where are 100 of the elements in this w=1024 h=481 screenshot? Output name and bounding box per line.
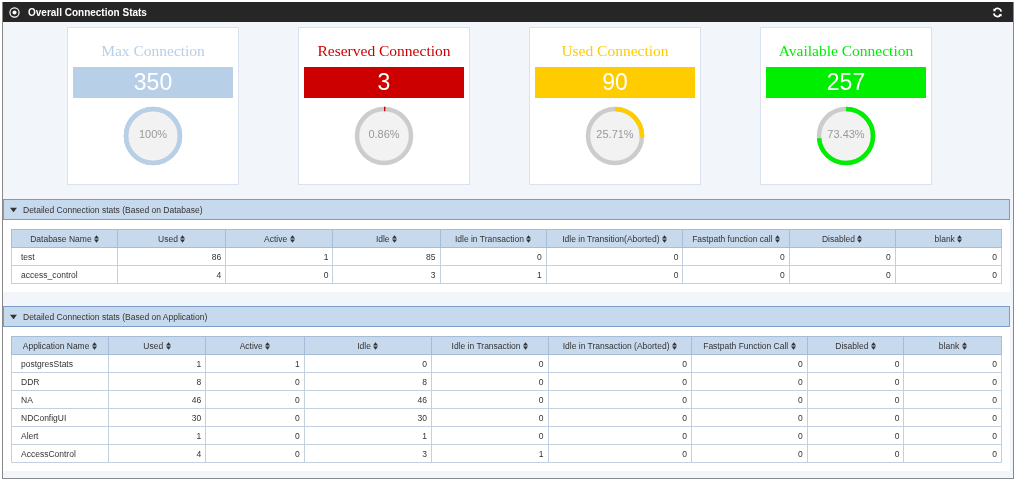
sort-icon[interactable] xyxy=(774,235,780,244)
column-header[interactable]: blank xyxy=(903,336,1002,355)
sort-icon[interactable] xyxy=(957,235,963,244)
sort-icon[interactable] xyxy=(790,342,796,351)
column-header[interactable]: Application Name xyxy=(11,336,109,355)
sort-icon[interactable] xyxy=(391,235,397,244)
table-cell: 0 xyxy=(903,444,1002,463)
table-cell: 0 xyxy=(431,354,549,373)
table-cell: postgresStats xyxy=(11,354,109,373)
table-cell: 0 xyxy=(548,426,692,445)
table-cell: 0 xyxy=(903,408,1002,427)
table-cell: 30 xyxy=(108,408,206,427)
section-header[interactable]: Detailed Connection stats (Based on Application) xyxy=(3,306,1010,327)
caret-icon xyxy=(10,206,17,213)
table-cell: access_control xyxy=(11,265,118,284)
table-cell: 4 xyxy=(108,444,206,463)
sort-icon[interactable] xyxy=(671,342,677,351)
column-header[interactable]: Disabled xyxy=(789,229,896,248)
column-header[interactable]: Idle in Transaction (Aborted) xyxy=(548,336,692,355)
table-cell: 0 xyxy=(691,372,808,391)
table-cell: 0 xyxy=(903,372,1002,391)
column-header[interactable]: Used xyxy=(117,229,226,248)
sort-icon[interactable] xyxy=(526,235,532,244)
table-cell: 0 xyxy=(903,390,1002,409)
table-cell: 1 xyxy=(205,354,305,373)
table-cell: 0 xyxy=(431,390,549,409)
table-cell: 8 xyxy=(108,372,206,391)
table-cell: 1 xyxy=(440,265,547,284)
section-header[interactable]: Detailed Connection stats (Based on Database) xyxy=(3,199,1010,220)
ring-gauge xyxy=(583,104,647,168)
sort-icon[interactable] xyxy=(180,235,186,244)
sort-icon[interactable] xyxy=(91,342,97,351)
column-header[interactable]: Disabled xyxy=(807,336,904,355)
card-title: Available Connection xyxy=(778,42,914,60)
table-cell: Alert xyxy=(11,426,109,445)
column-header[interactable]: Database Name xyxy=(11,229,118,248)
refresh-icon[interactable] xyxy=(992,6,1003,18)
caret-icon xyxy=(10,313,17,320)
table-cell: 0 xyxy=(548,444,692,463)
table-cell: 0 xyxy=(546,247,683,266)
table-cell: 1 xyxy=(108,354,206,373)
table-cell: 0 xyxy=(895,265,1002,284)
column-header[interactable]: Active xyxy=(205,336,305,355)
column-header[interactable]: Idle in Transaction xyxy=(440,229,547,248)
table-cell: 0 xyxy=(691,444,808,463)
card-title: Max Connection xyxy=(101,42,205,60)
table-cell: 85 xyxy=(332,247,440,266)
card-title: Used Connection xyxy=(561,42,669,60)
table-cell: 0 xyxy=(807,372,904,391)
table-cell: 0 xyxy=(304,354,432,373)
card-value: 3 xyxy=(304,67,464,98)
percent-label: 25.71% xyxy=(595,128,635,140)
column-header[interactable]: blank xyxy=(895,229,1002,248)
table-cell: 1 xyxy=(225,247,333,266)
table-cell: 0 xyxy=(789,247,896,266)
column-header[interactable]: Used xyxy=(108,336,206,355)
table-cell: 1 xyxy=(431,444,549,463)
table-cell: 86 xyxy=(117,247,226,266)
sort-icon[interactable] xyxy=(661,235,667,244)
sort-icon[interactable] xyxy=(857,235,863,244)
table-cell: 0 xyxy=(548,408,692,427)
table-cell: test xyxy=(11,247,118,266)
sort-icon[interactable] xyxy=(870,342,876,351)
table-cell: 0 xyxy=(431,372,549,391)
table-cell: 0 xyxy=(895,247,1002,266)
sort-icon[interactable] xyxy=(289,235,295,244)
table-cell: 0 xyxy=(807,408,904,427)
sort-icon[interactable] xyxy=(265,342,271,351)
table-cell: 0 xyxy=(548,354,692,373)
table-cell: 46 xyxy=(108,390,206,409)
column-header[interactable]: Idle xyxy=(332,229,440,248)
table-cell: 0 xyxy=(682,265,790,284)
card-value: 350 xyxy=(73,67,233,98)
table-cell: 30 xyxy=(304,408,432,427)
column-header[interactable]: Idle in Transition(Aborted) xyxy=(546,229,683,248)
column-header[interactable]: Fastpath Function Call xyxy=(691,336,808,355)
column-header[interactable]: Idle in Transaction xyxy=(431,336,549,355)
table-cell: 1 xyxy=(108,426,206,445)
table-cell: 0 xyxy=(205,390,305,409)
table-cell: 0 xyxy=(807,426,904,445)
percent-label: 0.86% xyxy=(367,128,401,140)
table-cell: 3 xyxy=(332,265,440,284)
card-value: 257 xyxy=(766,67,926,98)
table-cell: DDR xyxy=(11,372,109,391)
table-cell: 3 xyxy=(304,444,432,463)
table-cell: 0 xyxy=(205,444,305,463)
sort-icon[interactable] xyxy=(522,342,528,351)
ring-gauge xyxy=(121,104,185,168)
table-cell: 0 xyxy=(682,247,790,266)
column-header[interactable]: Fastpath function call xyxy=(682,229,790,248)
percent-label: 73.43% xyxy=(826,128,866,140)
column-header[interactable]: Idle xyxy=(304,336,432,355)
sort-icon[interactable] xyxy=(961,342,967,351)
table-cell: 0 xyxy=(546,265,683,284)
table-cell: 0 xyxy=(225,265,333,284)
sort-icon[interactable] xyxy=(94,235,99,244)
sort-icon[interactable] xyxy=(165,342,171,351)
sort-icon[interactable] xyxy=(373,342,379,351)
column-header[interactable]: Active xyxy=(225,229,333,248)
table-cell: 0 xyxy=(431,408,549,427)
